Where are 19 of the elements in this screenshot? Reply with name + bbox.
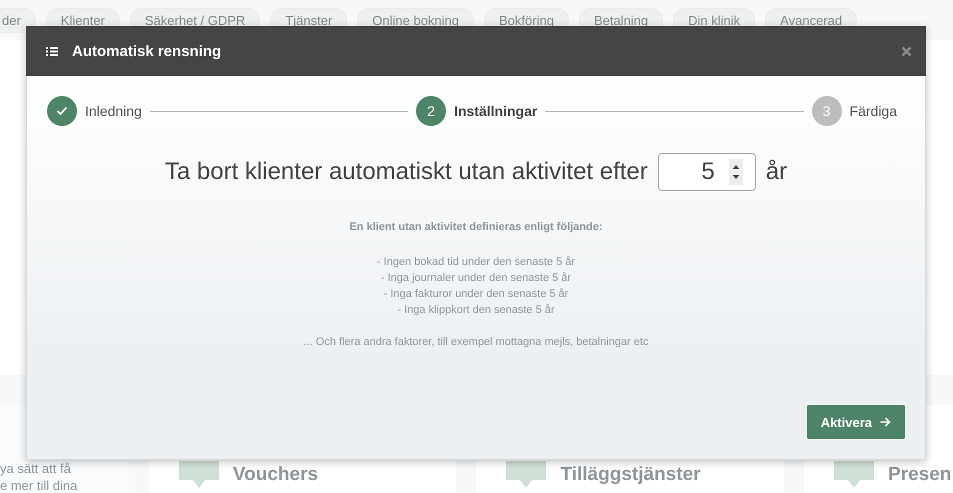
note-text: ... Och flera andra faktorer, till exempel mottagna mejls, betalningar etc <box>304 336 648 348</box>
criteria-item: - Inga klippkort den senaste 5 år <box>397 303 555 318</box>
step-label: Inställningar <box>454 103 538 119</box>
criteria-item: - Inga fakturor under den senaste 5 år <box>384 287 568 302</box>
step-indicator: 2 <box>416 96 446 126</box>
unit-label: år <box>766 158 788 186</box>
step-label: Inledning <box>85 103 142 119</box>
criteria-item: - Ingen bokad tid under den senaste 5 år <box>376 255 576 270</box>
card-title: Vouchers <box>232 464 318 486</box>
criteria-item: - Inga journaler under den senaste 5 år <box>380 271 572 286</box>
step-indicator: 3 <box>812 96 842 126</box>
description-text: e mer till dina <box>0 478 78 493</box>
description-text: ya sätt att få <box>0 461 72 476</box>
question-text: Ta bort klienter automatiskt utan aktivitet efter <box>164 158 648 186</box>
card-title: Presen <box>888 464 952 486</box>
modal-title: Automatisk rensning <box>72 42 222 60</box>
step-label: Färdiga <box>850 103 897 119</box>
card-title: Tilläggstjänster <box>560 464 701 486</box>
definition-heading: En klient utan aktivitet definieras enligt följande: <box>349 221 603 233</box>
